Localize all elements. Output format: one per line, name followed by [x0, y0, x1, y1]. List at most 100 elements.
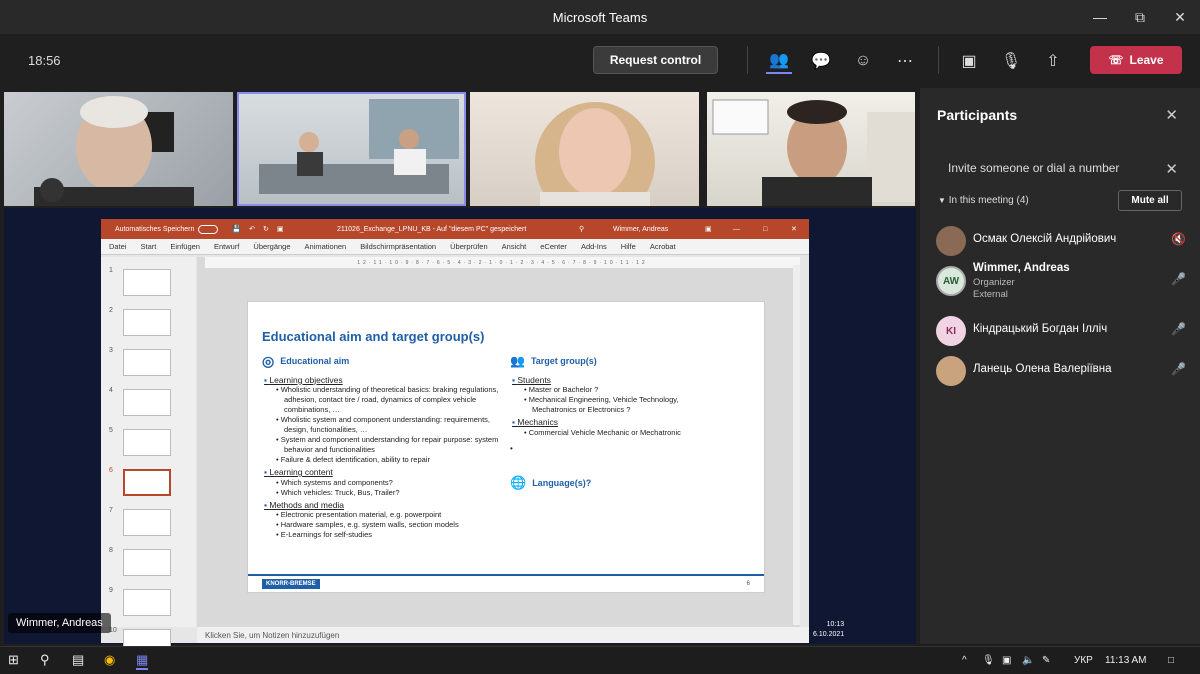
clear-invite-icon[interactable]: ✕	[1165, 160, 1178, 178]
slide-thumbnail[interactable]	[123, 349, 171, 376]
powerpoint-window: Automatisches Speichern 💾 ↶ ↻ ▣ 211026_E…	[101, 219, 809, 656]
chrome-icon[interactable]: ◉	[104, 652, 115, 668]
target-group-heading: Target group(s)	[530, 356, 597, 366]
slide-thumbnail[interactable]	[123, 429, 171, 456]
bullet-heading-label: Students	[517, 374, 551, 385]
mic-muted-icon[interactable]: 🎙	[998, 48, 1024, 74]
ribbon-tab-3[interactable]: Entwurf	[214, 242, 239, 251]
avatar: KI	[936, 316, 966, 346]
undo-icon[interactable]: ↶	[249, 225, 255, 233]
share-screen-icon[interactable]: ⇧	[1040, 48, 1066, 74]
mute-all-button[interactable]: Mute all	[1118, 190, 1182, 211]
close-icon[interactable]: ✕	[1160, 0, 1200, 34]
slide-thumbnail[interactable]	[123, 549, 171, 576]
maximize-icon[interactable]: □	[763, 226, 767, 233]
slide-number: 3	[109, 347, 113, 354]
slide-page-number: 6	[746, 581, 750, 587]
microphone-icon[interactable]: 🎙	[982, 655, 995, 666]
participant-row[interactable]: AW Wimmer, Andreas Organizer External 🎤	[936, 260, 1186, 300]
teams-icon[interactable]: ▦	[136, 652, 149, 670]
mic-muted-icon[interactable]: 🔇	[1171, 232, 1186, 246]
search-icon[interactable]: ⚲	[40, 652, 50, 668]
language-indicator[interactable]: УКР	[1074, 655, 1093, 666]
slide-thumbnail[interactable]	[123, 269, 171, 296]
mic-icon[interactable]: 🎤	[1171, 272, 1186, 286]
slide-thumbnail[interactable]	[123, 309, 171, 336]
minimize-icon[interactable]: —	[1080, 0, 1120, 34]
divider	[938, 46, 939, 74]
mic-icon[interactable]: 🎤	[1171, 362, 1186, 376]
participant-row[interactable]: KI Кіндрацький Богдан Ілліч 🎤	[936, 310, 1186, 350]
system-clock[interactable]: 11:13 AM	[1105, 655, 1147, 666]
participants-panel: Participants ✕ Invite someone or dial a …	[920, 88, 1200, 644]
ribbon-tab-5[interactable]: Animationen	[305, 242, 347, 251]
ribbon-tab-2[interactable]: Einfügen	[170, 242, 200, 251]
network-icon[interactable]: ▣	[1002, 655, 1011, 666]
title-bar: Microsoft Teams — ⧉ ✕	[0, 0, 1200, 34]
request-control-button[interactable]: Request control	[593, 46, 718, 74]
ribbon-tab-12[interactable]: Acrobat	[650, 242, 676, 251]
video-tile-participant-2[interactable]	[237, 92, 466, 206]
search-icon[interactable]: ⚲	[579, 225, 584, 233]
invite-input[interactable]: Invite someone or dial a number	[948, 161, 1119, 175]
ribbon-tab-7[interactable]: Überprüfen	[450, 242, 488, 251]
ribbon-display-icon[interactable]: ▣	[705, 225, 712, 233]
ribbon-tab-1[interactable]: Start	[141, 242, 157, 251]
maximize-icon[interactable]: ⧉	[1120, 0, 1160, 34]
mic-icon[interactable]: 🎤	[1171, 322, 1186, 336]
close-panel-icon[interactable]: ✕	[1165, 106, 1178, 124]
slide-thumbnail[interactable]	[123, 389, 171, 416]
ribbon-tab-0[interactable]: Datei	[109, 242, 127, 251]
ribbon-tab-8[interactable]: Ansicht	[502, 242, 527, 251]
video-tile-participant-1[interactable]	[4, 92, 233, 206]
presenter-name-label: Wimmer, Andreas	[8, 613, 111, 633]
volume-icon[interactable]: 🔈	[1022, 655, 1034, 666]
participants-icon[interactable]: 👥	[766, 48, 792, 74]
participant-name: Ланець Олена Валеріївна	[973, 363, 1112, 375]
more-options-icon[interactable]: ⋯	[892, 48, 918, 74]
ribbon-tab-4[interactable]: Übergänge	[253, 242, 290, 251]
avatar	[936, 356, 966, 386]
in-meeting-toggle[interactable]: ▼ In this meeting (4)	[938, 195, 1029, 206]
slide-title: Educational aim and target group(s)	[262, 329, 485, 344]
present-icon[interactable]: ▣	[277, 225, 284, 233]
windows-start-icon[interactable]: ⊞	[8, 652, 19, 668]
bullet-heading: ▪ Learning objectives	[264, 374, 343, 385]
remote-date: 6.10.2021	[813, 631, 845, 638]
autosave-toggle[interactable]	[198, 224, 219, 234]
leave-button[interactable]: ☏ Leave	[1090, 46, 1182, 74]
save-icon[interactable]: 💾	[232, 225, 241, 233]
vertical-scrollbar[interactable]	[793, 265, 800, 625]
bullet-item: • E-Learnings for self-studies	[276, 530, 373, 539]
notes-pane[interactable]: Klicken Sie, um Notizen hinzuzufügen	[197, 627, 809, 643]
participant-row[interactable]: Осмак Олексій Андрійович 🔇	[936, 220, 1186, 260]
minimize-icon[interactable]: —	[733, 226, 740, 233]
bullet-heading: ▪ Students	[512, 374, 551, 385]
redo-icon[interactable]: ↻	[263, 225, 269, 233]
pen-icon[interactable]: ✎	[1042, 655, 1050, 666]
bullet-item-text: Which systems and components?	[280, 477, 393, 487]
avatar: AW	[936, 266, 966, 296]
participant-row[interactable]: Ланець Олена Валеріївна 🎤	[936, 350, 1186, 390]
participant-name: Кіндрацький Богдан Ілліч	[973, 323, 1108, 335]
notifications-icon[interactable]: □	[1168, 655, 1174, 666]
bullet-item: • Which vehicles: Truck, Bus, Trailer?	[276, 487, 400, 497]
video-tile-participant-4[interactable]	[707, 92, 915, 206]
bullet-item: • Failure & defect identification, abili…	[276, 455, 430, 464]
slide-thumbnail[interactable]	[123, 589, 171, 616]
ribbon-tab-10[interactable]: Add-Ins	[581, 242, 607, 251]
chevron-up-icon[interactable]: ^	[962, 655, 967, 666]
video-tile-participant-3[interactable]	[470, 92, 699, 206]
ribbon-tab-11[interactable]: Hilfe	[621, 242, 636, 251]
slide-thumbnail[interactable]	[123, 469, 171, 496]
window-title: Microsoft Teams	[552, 9, 648, 25]
task-view-icon[interactable]: ▤	[72, 652, 84, 668]
ppt-ribbon-tabs: Datei Start Einfügen Entwurf Übergänge Animat…	[101, 239, 809, 255]
camera-icon[interactable]: ▣	[956, 48, 982, 74]
reactions-icon[interactable]: ☺	[850, 48, 876, 74]
chat-icon[interactable]: 💬	[808, 48, 834, 74]
close-icon[interactable]: ✕	[791, 225, 797, 233]
slide-thumbnail[interactable]	[123, 509, 171, 536]
ribbon-tab-9[interactable]: eCenter	[540, 242, 567, 251]
ribbon-tab-6[interactable]: Bildschirmpräsentation	[360, 242, 436, 251]
